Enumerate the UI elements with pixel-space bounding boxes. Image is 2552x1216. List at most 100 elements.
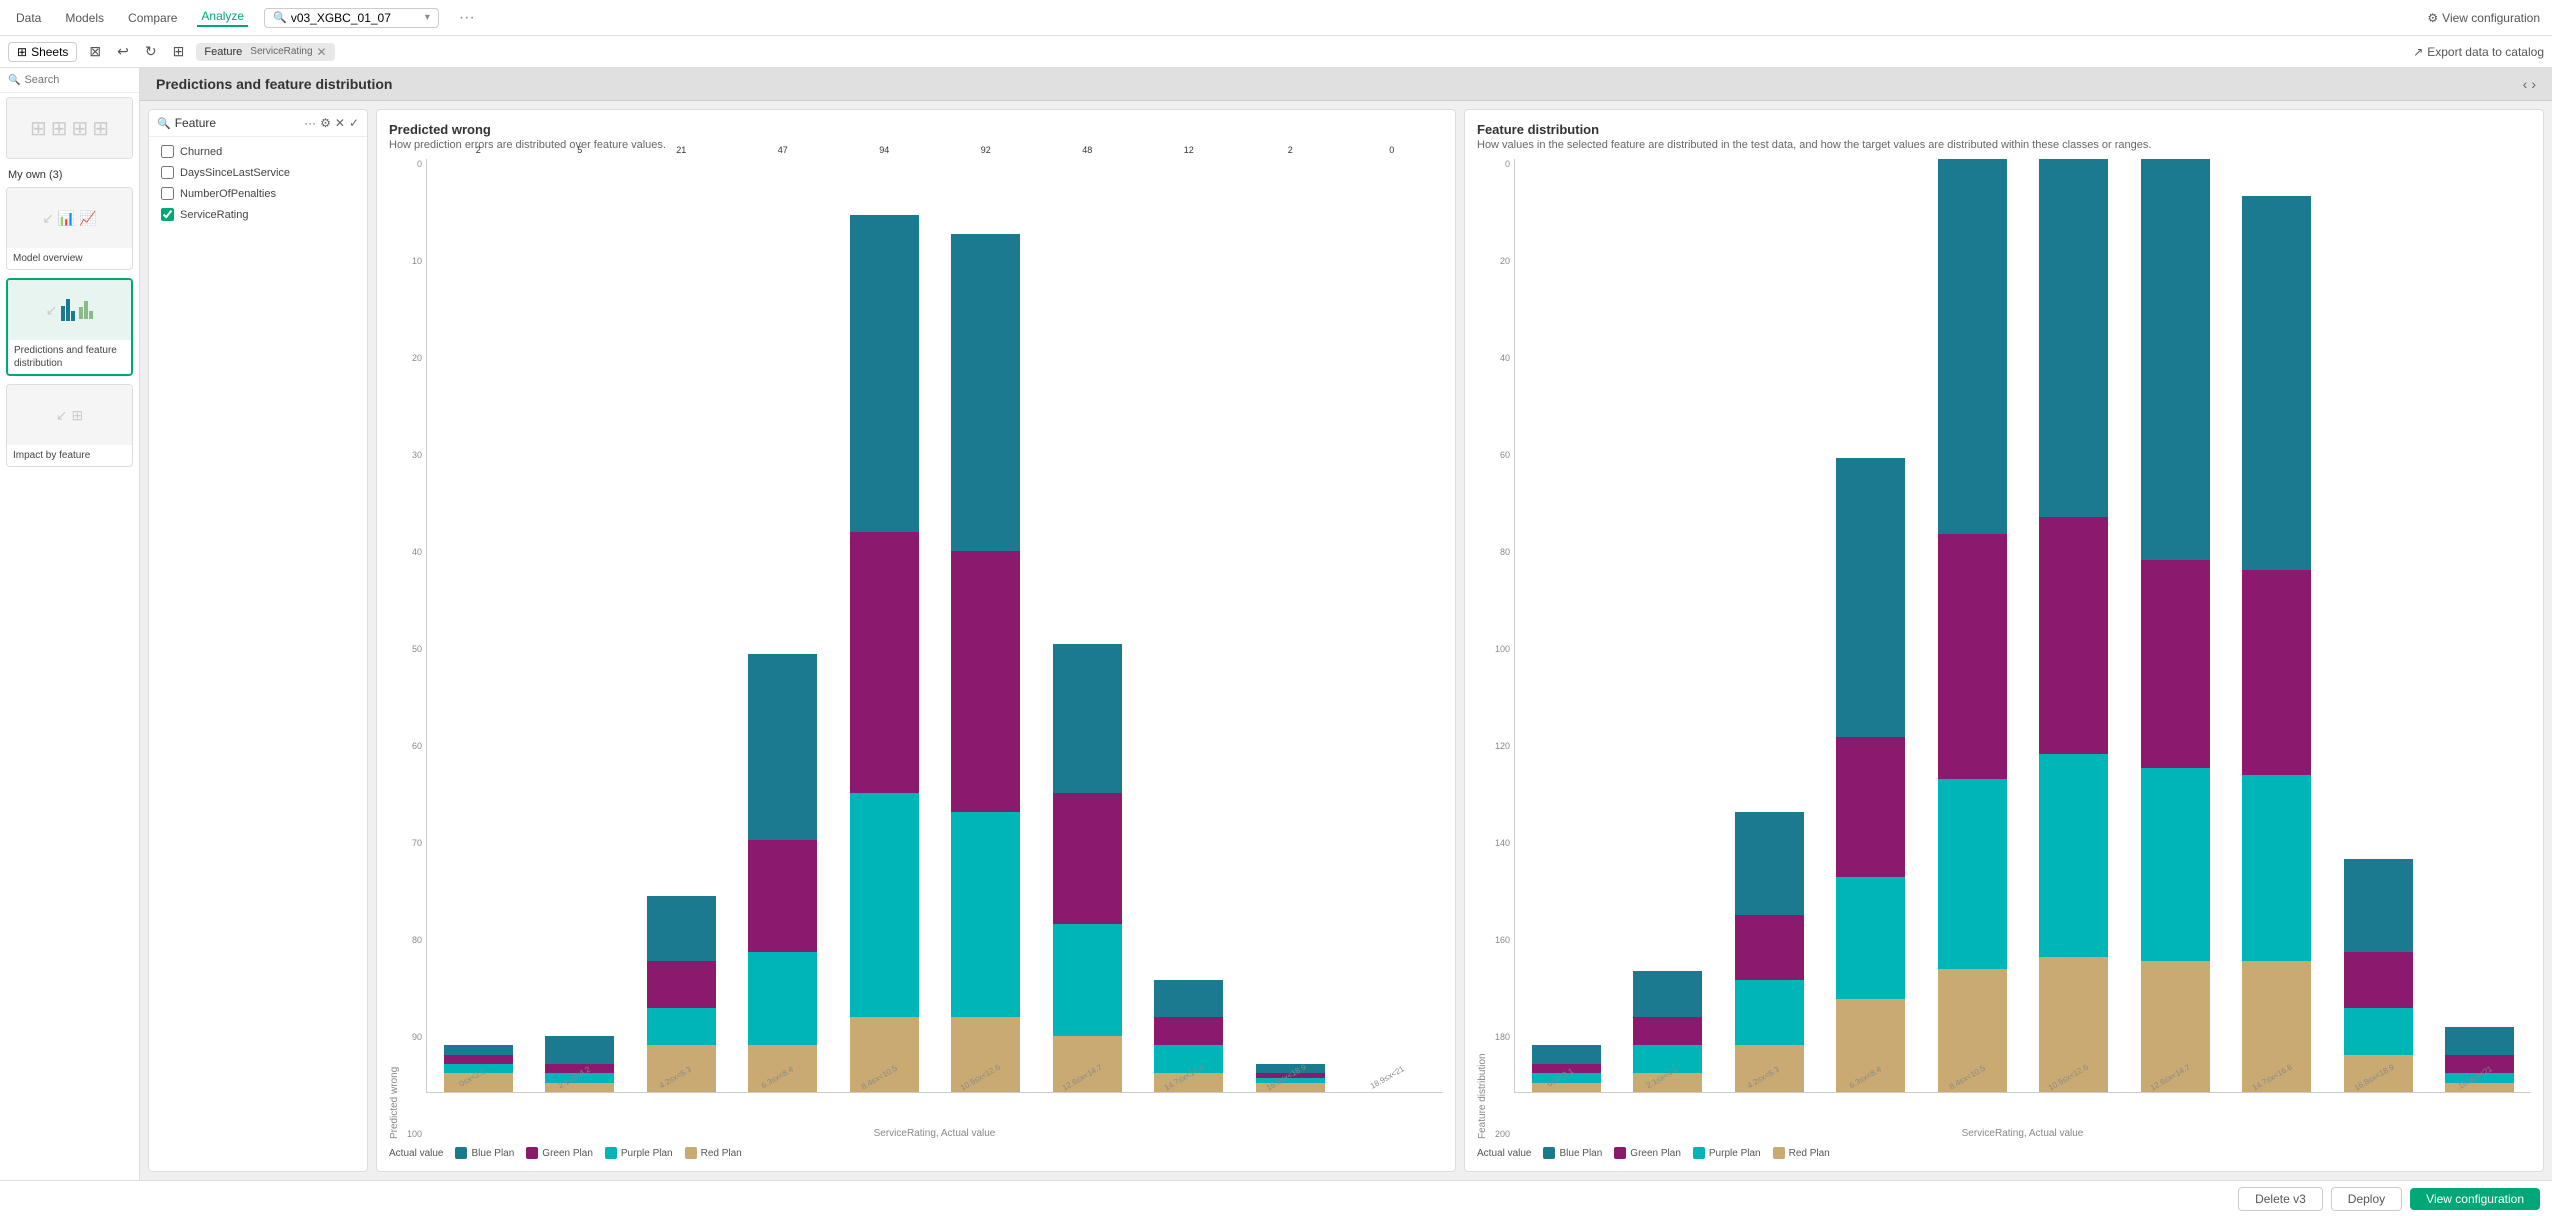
nav-models[interactable]: Models: [61, 11, 108, 25]
purple-plan-label: Purple Plan: [621, 1148, 673, 1159]
card-thumb-3: ↙: [8, 280, 131, 340]
dist-legend-purple-plan: Purple Plan: [1693, 1147, 1761, 1159]
bar-group-8: 2: [1241, 159, 1340, 1092]
close-tab-icon[interactable]: ✕: [317, 45, 327, 59]
chevron-left-button[interactable]: ‹: [2523, 76, 2528, 92]
bar-group-4: 94: [835, 159, 934, 1092]
panel-close-icon[interactable]: ✕: [335, 116, 345, 130]
panel-check-icon[interactable]: ✓: [349, 116, 359, 130]
sidebar-section-title: My own (3): [0, 163, 139, 183]
churned-label: Churned: [180, 146, 222, 158]
x-axis-title-2: ServiceRating, Actual value: [1514, 1128, 2531, 1139]
legend-purple-plan: Purple Plan: [605, 1147, 673, 1159]
mini-chart-3: [61, 299, 75, 321]
x-axis-labels-2: 0≤x<2.1 2.1≤x<4.2 4.2≤x<6.3 6.3≤x<8.4 8.…: [1514, 1095, 2531, 1108]
days-checkbox[interactable]: [161, 166, 174, 179]
charts-row: 🔍 Feature ··· ⚙ ✕ ✓ Churned: [140, 101, 2552, 1180]
nav-right: ⚙ View configuration: [2427, 11, 2540, 25]
predicted-wrong-legend: Actual value Blue Plan Green Plan Purple…: [389, 1147, 1443, 1159]
sidebar-card-2[interactable]: ↙ 📊 📈 Model overview: [6, 187, 133, 270]
model-search-box[interactable]: 🔍 ▾: [264, 8, 439, 28]
green-plan-swatch: [526, 1147, 538, 1159]
rating-label: ServiceRating: [180, 209, 248, 221]
chart-with-axes-1: Predicted wrong 100 90 80 70 60 50 40 30…: [389, 159, 1443, 1139]
sidebar-search-input[interactable]: [24, 74, 131, 86]
dist-bar-7: [2228, 159, 2327, 1092]
bar-group-0: 2: [429, 159, 528, 1092]
card-label-3: Predictions and feature distribution: [8, 340, 131, 374]
rating-checkbox[interactable]: [161, 208, 174, 221]
green-plan-label: Green Plan: [542, 1148, 593, 1159]
dist-legend-blue-plan: Blue Plan: [1543, 1147, 1602, 1159]
dist-bar-2: [1720, 159, 1819, 1092]
placeholder-icon-2b: 📊: [58, 210, 75, 227]
mini-chart-3b: [79, 301, 93, 319]
undo-icon[interactable]: ↩: [113, 41, 133, 62]
sidebar-card-3[interactable]: ↙ Predictions and feature distribution: [6, 278, 133, 376]
dist-bar-9: [2431, 159, 2530, 1092]
legend-green-plan: Green Plan: [526, 1147, 593, 1159]
sidebar-card-1[interactable]: ⊞ ⊞ ⊞ ⊞: [6, 97, 133, 159]
panel-settings-icon[interactable]: ⚙: [320, 116, 331, 130]
chevron-right-button[interactable]: ›: [2531, 76, 2536, 92]
dist-red-plan-label: Red Plan: [1789, 1148, 1830, 1159]
feature-distribution-panel: Feature distribution How values in the s…: [1464, 109, 2544, 1172]
view-configuration-button[interactable]: ⚙ View configuration: [2427, 11, 2540, 25]
x-axis-labels-1: 0≤x<2.1 2.1≤x<4.2 4.2≤x<6.3 6.3≤x<8.4 8.…: [426, 1095, 1443, 1108]
penalties-checkbox[interactable]: [161, 187, 174, 200]
y-axis-1: 100 90 80 70 60 50 40 30 20 10 0: [402, 159, 426, 1139]
search-icon: 🔍: [273, 11, 287, 24]
predicted-wrong-title: Predicted wrong: [389, 122, 1443, 137]
content-area: Predictions and feature distribution ‹ ›…: [140, 68, 2552, 1180]
legend-label-2: Actual value: [1477, 1148, 1531, 1159]
x-axis-title-1: ServiceRating, Actual value: [426, 1128, 1443, 1139]
feature-tab-chip[interactable]: Feature ServiceRating ✕: [196, 43, 334, 61]
layout-icon[interactable]: ⊠: [85, 41, 105, 62]
nav-compare[interactable]: Compare: [124, 11, 181, 25]
predicted-wrong-bars: 2 5: [426, 159, 1443, 1093]
churned-checkbox[interactable]: [161, 145, 174, 158]
export-button[interactable]: ↗ Export data to catalog: [2413, 45, 2544, 59]
content-header: Predictions and feature distribution ‹ ›: [140, 68, 2552, 101]
legend-red-plan: Red Plan: [685, 1147, 742, 1159]
sidebar-card-4[interactable]: ↙ ⊞ Impact by feature: [6, 384, 133, 467]
sidebar-search[interactable]: 🔍: [0, 68, 139, 93]
dist-legend-red-plan: Red Plan: [1773, 1147, 1830, 1159]
predicted-wrong-chart-area: Predicted wrong 100 90 80 70 60 50 40 30…: [389, 159, 1443, 1159]
more-options-icon[interactable]: ···: [459, 9, 475, 27]
second-bar: ⊞ Sheets ⊠ ↩ ↻ ⊞ Feature ServiceRating ✕…: [0, 36, 2552, 68]
panel-more-icon[interactable]: ···: [304, 116, 316, 130]
dist-green-plan-label: Green Plan: [1630, 1148, 1681, 1159]
sheets-button[interactable]: ⊞ Sheets: [8, 42, 77, 62]
tab-sub-label: ServiceRating: [250, 46, 312, 57]
legend-blue-plan: Blue Plan: [455, 1147, 514, 1159]
feature-dist-title: Feature distribution: [1477, 122, 2531, 137]
y-axis-2: 200 180 160 140 120 100 80 60 40 20 0: [1490, 159, 1514, 1139]
card-thumb-4: ↙ ⊞: [7, 385, 132, 445]
feature-item-churned[interactable]: Churned: [149, 141, 367, 162]
delete-button[interactable]: Delete v3: [2238, 1187, 2323, 1211]
export-icon: ↗: [2413, 45, 2423, 59]
nav-data[interactable]: Data: [12, 11, 45, 25]
deploy-button[interactable]: Deploy: [2331, 1187, 2402, 1211]
bar-group-9: 0: [1343, 159, 1442, 1092]
model-search-input[interactable]: [291, 11, 421, 25]
feature-item-penalties[interactable]: NumberOfPenalties: [149, 183, 367, 204]
placeholder-icon-1a: ⊞: [30, 116, 47, 141]
days-label: DaysSinceLastService: [180, 167, 290, 179]
chevron-buttons: ‹ ›: [2523, 76, 2536, 92]
bar-group-1: 5: [531, 159, 630, 1092]
dist-blue-plan-label: Blue Plan: [1559, 1148, 1602, 1159]
feature-item-days[interactable]: DaysSinceLastService: [149, 162, 367, 183]
placeholder-icon-1d: ⊞: [92, 116, 109, 141]
placeholder-icon-1c: ⊞: [72, 116, 89, 141]
view-config-main-button[interactable]: View configuration: [2410, 1188, 2540, 1210]
feature-item-rating[interactable]: ServiceRating: [149, 204, 367, 225]
dropdown-icon[interactable]: ▾: [425, 12, 430, 23]
nav-analyze[interactable]: Analyze: [197, 9, 248, 27]
redo-icon[interactable]: ↻: [141, 41, 161, 62]
feature-list: Churned DaysSinceLastService NumberOfPen…: [149, 137, 367, 1171]
grid-icon[interactable]: ⊞: [169, 41, 189, 62]
penalties-label: NumberOfPenalties: [180, 188, 276, 200]
predicted-wrong-subtitle: How prediction errors are distributed ov…: [389, 139, 1443, 151]
